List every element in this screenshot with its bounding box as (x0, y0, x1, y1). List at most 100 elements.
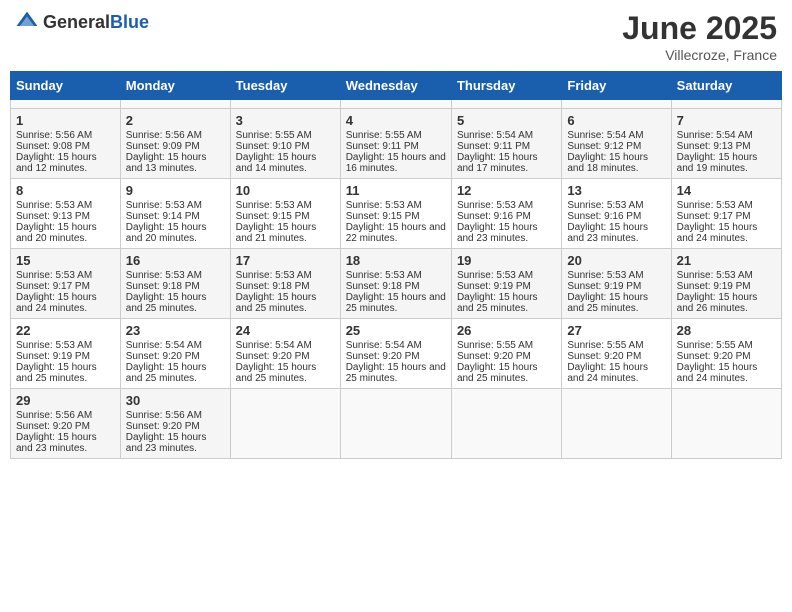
calendar-day-cell (562, 389, 671, 459)
calendar-day-cell (230, 100, 340, 109)
day-info-line: Sunrise: 5:54 AM (126, 340, 225, 351)
day-info-line: Daylight: 15 hours and 25 minutes. (457, 362, 556, 384)
day-info-line: Sunset: 9:14 PM (126, 211, 225, 222)
calendar-day-cell (120, 100, 230, 109)
day-info-line: Sunrise: 5:53 AM (677, 200, 776, 211)
day-info-line: Sunset: 9:15 PM (346, 211, 446, 222)
calendar-day-cell (340, 389, 451, 459)
calendar-week-row: 29Sunrise: 5:56 AMSunset: 9:20 PMDayligh… (11, 389, 782, 459)
day-info-line: Daylight: 15 hours and 25 minutes. (346, 362, 446, 384)
day-info-line: Sunset: 9:20 PM (236, 351, 335, 362)
day-of-week-header: Wednesday (340, 72, 451, 100)
day-info-line: Sunset: 9:20 PM (457, 351, 556, 362)
calendar-day-cell: 5Sunrise: 5:54 AMSunset: 9:11 PMDaylight… (451, 109, 561, 179)
day-number: 9 (126, 183, 225, 198)
day-info-line: Daylight: 15 hours and 26 minutes. (677, 292, 776, 314)
day-number: 3 (236, 113, 335, 128)
calendar-day-cell: 20Sunrise: 5:53 AMSunset: 9:19 PMDayligh… (562, 249, 671, 319)
day-info-line: Sunrise: 5:53 AM (346, 200, 446, 211)
day-number: 28 (677, 323, 776, 338)
day-info-line: Sunset: 9:20 PM (677, 351, 776, 362)
day-info-line: Sunset: 9:20 PM (16, 421, 115, 432)
calendar-day-cell: 13Sunrise: 5:53 AMSunset: 9:16 PMDayligh… (562, 179, 671, 249)
calendar-week-row (11, 100, 782, 109)
day-info-line: Sunrise: 5:56 AM (16, 130, 115, 141)
calendar-day-cell: 23Sunrise: 5:54 AMSunset: 9:20 PMDayligh… (120, 319, 230, 389)
day-of-week-header: Saturday (671, 72, 781, 100)
day-info-line: Sunrise: 5:55 AM (346, 130, 446, 141)
day-info-line: Daylight: 15 hours and 23 minutes. (126, 432, 225, 454)
calendar-week-row: 8Sunrise: 5:53 AMSunset: 9:13 PMDaylight… (11, 179, 782, 249)
day-info-line: Sunrise: 5:56 AM (16, 410, 115, 421)
day-number: 14 (677, 183, 776, 198)
day-info-line: Daylight: 15 hours and 23 minutes. (16, 432, 115, 454)
day-info-line: Sunset: 9:20 PM (346, 351, 446, 362)
day-number: 29 (16, 393, 115, 408)
logo: GeneralBlue (15, 10, 149, 34)
calendar-day-cell (562, 100, 671, 109)
day-info-line: Sunrise: 5:53 AM (567, 200, 665, 211)
day-of-week-header: Friday (562, 72, 671, 100)
day-info-line: Sunset: 9:18 PM (126, 281, 225, 292)
day-info-line: Sunrise: 5:53 AM (457, 270, 556, 281)
day-info-line: Daylight: 15 hours and 25 minutes. (457, 292, 556, 314)
day-info-line: Daylight: 15 hours and 12 minutes. (16, 152, 115, 174)
day-info-line: Sunset: 9:19 PM (677, 281, 776, 292)
day-number: 12 (457, 183, 556, 198)
day-number: 11 (346, 183, 446, 198)
day-info-line: Sunrise: 5:53 AM (457, 200, 556, 211)
day-number: 21 (677, 253, 776, 268)
calendar-day-cell (230, 389, 340, 459)
day-number: 5 (457, 113, 556, 128)
day-info-line: Sunset: 9:12 PM (567, 141, 665, 152)
day-info-line: Daylight: 15 hours and 25 minutes. (567, 292, 665, 314)
day-info-line: Daylight: 15 hours and 16 minutes. (346, 152, 446, 174)
calendar-day-cell (671, 100, 781, 109)
day-number: 16 (126, 253, 225, 268)
day-number: 6 (567, 113, 665, 128)
calendar-day-cell: 15Sunrise: 5:53 AMSunset: 9:17 PMDayligh… (11, 249, 121, 319)
logo-icon (15, 10, 39, 34)
day-info-line: Daylight: 15 hours and 25 minutes. (346, 292, 446, 314)
day-info-line: Sunrise: 5:53 AM (16, 340, 115, 351)
day-info-line: Sunset: 9:10 PM (236, 141, 335, 152)
calendar-day-cell: 18 Sunrise: 5:53 AMSunset: 9:18 PMDayligh… (340, 249, 451, 319)
calendar-week-row: 15Sunrise: 5:53 AMSunset: 9:17 PMDayligh… (11, 249, 782, 319)
day-info-line: Daylight: 15 hours and 24 minutes. (567, 362, 665, 384)
day-info-line: Sunrise: 5:53 AM (346, 270, 446, 281)
day-number: 26 (457, 323, 556, 338)
day-of-week-header: Thursday (451, 72, 561, 100)
calendar-day-cell: 4 Sunrise: 5:55 AMSunset: 9:11 PMDaylight… (340, 109, 451, 179)
day-number: 17 (236, 253, 335, 268)
day-info-line: Daylight: 15 hours and 24 minutes. (677, 362, 776, 384)
day-info-line: Sunrise: 5:56 AM (126, 410, 225, 421)
day-info-line: Sunset: 9:11 PM (346, 141, 446, 152)
calendar-day-cell: 7Sunrise: 5:54 AMSunset: 9:13 PMDaylight… (671, 109, 781, 179)
calendar-day-cell (340, 100, 451, 109)
day-info-line: Sunset: 9:19 PM (567, 281, 665, 292)
calendar-day-cell: 9Sunrise: 5:53 AMSunset: 9:14 PMDaylight… (120, 179, 230, 249)
calendar-day-cell: 14Sunrise: 5:53 AMSunset: 9:17 PMDayligh… (671, 179, 781, 249)
calendar-day-cell: 1Sunrise: 5:56 AMSunset: 9:08 PMDaylight… (11, 109, 121, 179)
calendar-day-cell: 6 Sunrise: 5:54 AMSunset: 9:12 PMDaylight… (562, 109, 671, 179)
day-info-line: Sunset: 9:20 PM (126, 351, 225, 362)
day-info-line: Sunset: 9:18 PM (346, 281, 446, 292)
day-info-line: Sunset: 9:20 PM (567, 351, 665, 362)
day-number: 18 (346, 253, 446, 268)
calendar-day-cell (671, 389, 781, 459)
day-of-week-header: Monday (120, 72, 230, 100)
day-number: 4 (346, 113, 446, 128)
day-info-line: Daylight: 15 hours and 18 minutes. (567, 152, 665, 174)
day-info-line: Sunrise: 5:53 AM (567, 270, 665, 281)
day-info-line: Daylight: 15 hours and 20 minutes. (126, 222, 225, 244)
day-number: 15 (16, 253, 115, 268)
calendar-day-cell: 26Sunrise: 5:55 AMSunset: 9:20 PMDayligh… (451, 319, 561, 389)
day-info-line: Sunrise: 5:55 AM (677, 340, 776, 351)
day-info-line: Daylight: 15 hours and 13 minutes. (126, 152, 225, 174)
calendar-week-row: 1Sunrise: 5:56 AMSunset: 9:08 PMDaylight… (11, 109, 782, 179)
day-info-line: Daylight: 15 hours and 24 minutes. (677, 222, 776, 244)
day-info-line: Sunset: 9:13 PM (677, 141, 776, 152)
day-info-line: Daylight: 15 hours and 19 minutes. (677, 152, 776, 174)
calendar-day-cell: 3Sunrise: 5:55 AMSunset: 9:10 PMDaylight… (230, 109, 340, 179)
day-info-line: Sunrise: 5:54 AM (567, 130, 665, 141)
